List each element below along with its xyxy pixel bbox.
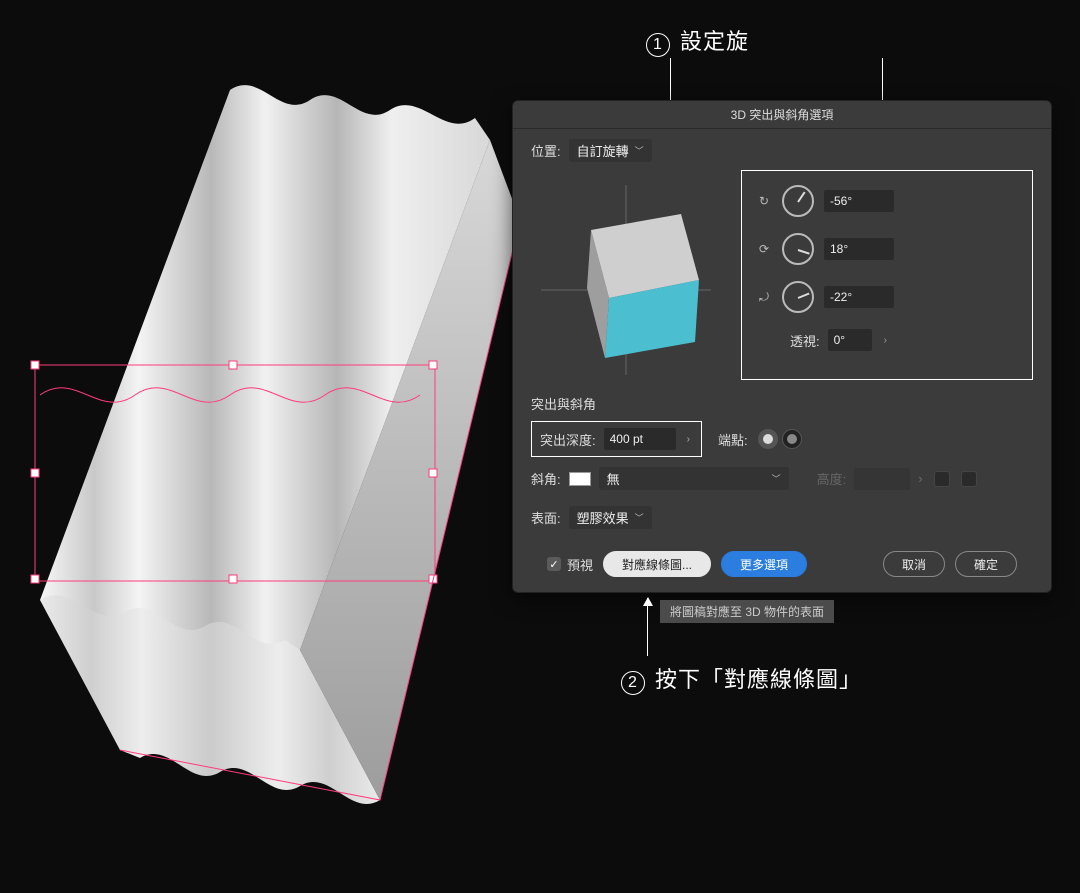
rotate-x-field[interactable] xyxy=(824,190,894,212)
stepper-icon[interactable]: › xyxy=(684,434,693,445)
rotate-y-dial[interactable] xyxy=(782,233,814,265)
more-options-button[interactable]: 更多選項 xyxy=(721,551,807,577)
stepper-icon[interactable]: › xyxy=(880,335,891,346)
surface-label: 表面: xyxy=(531,508,561,527)
step-number-icon: 2 xyxy=(621,671,645,695)
arrow-icon xyxy=(647,598,648,656)
cap-on-button[interactable] xyxy=(758,429,778,449)
dialog-3d-extrude-bevel: 3D 突出與斜角選項 位置: 自訂旋轉﹀ xyxy=(512,100,1052,593)
bevel-height-label: 高度: xyxy=(817,469,847,488)
rotate-x-icon: ↻ xyxy=(756,194,772,208)
rotate-y-icon: ⟳ xyxy=(756,242,772,256)
position-dropdown[interactable]: 自訂旋轉﹀ xyxy=(569,139,652,162)
bevel-height-field xyxy=(854,468,910,490)
3d-preview-object xyxy=(0,60,540,880)
artboard: 1設定旋 3D 突出與斜角選項 位置: 自訂旋轉﹀ xyxy=(0,0,1080,893)
extrude-depth-group: 突出深度: › xyxy=(531,421,702,457)
rotate-z-icon: ⤾ xyxy=(756,290,772,305)
bevel-label: 斜角: xyxy=(531,469,561,488)
chevron-down-icon: ﹀ xyxy=(772,472,781,485)
extrude-section-title: 突出與斜角 xyxy=(531,394,1033,413)
position-label: 位置: xyxy=(531,141,561,160)
cancel-button[interactable]: 取消 xyxy=(883,551,945,577)
chevron-down-icon: ﹀ xyxy=(635,511,644,524)
chevron-down-icon: ﹀ xyxy=(635,144,644,157)
surface-dropdown[interactable]: 塑膠效果﹀ xyxy=(569,506,652,529)
rotate-y-field[interactable] xyxy=(824,238,894,260)
bevel-swatch-icon xyxy=(569,472,591,486)
ok-button[interactable]: 確定 xyxy=(955,551,1017,577)
annotation-step2: 2按下「對應線條圖」 xyxy=(621,662,862,695)
annotation-step1: 1設定旋 xyxy=(646,24,749,57)
cap-label: 端點: xyxy=(718,430,748,449)
step-number-icon: 1 xyxy=(646,33,670,57)
stepper-icon: › xyxy=(918,471,922,486)
extrude-depth-field[interactable] xyxy=(604,428,676,450)
bevel-out-icon[interactable] xyxy=(961,471,977,487)
preview-checkbox[interactable]: ✓ 預視 xyxy=(547,555,593,574)
rotate-z-dial[interactable] xyxy=(782,281,814,313)
bevel-dropdown[interactable]: 無﹀ xyxy=(599,467,789,490)
dialog-title: 3D 突出與斜角選項 xyxy=(513,101,1051,129)
rotate-z-field[interactable] xyxy=(824,286,894,308)
tooltip-map-art: 將圖稿對應至 3D 物件的表面 xyxy=(660,600,834,623)
bevel-in-icon[interactable] xyxy=(934,471,950,487)
cap-off-button[interactable] xyxy=(782,429,802,449)
extrude-depth-label: 突出深度: xyxy=(540,430,596,449)
perspective-field[interactable] xyxy=(828,329,872,351)
rotate-x-dial[interactable] xyxy=(782,185,814,217)
rotation-values-group: ↻ ⟳ ⤾ 透視: xyxy=(741,170,1033,380)
perspective-label: 透視: xyxy=(790,331,820,350)
rotation-cube-preview[interactable] xyxy=(531,170,721,380)
map-art-button[interactable]: 對應線條圖... xyxy=(603,551,711,577)
checkmark-icon: ✓ xyxy=(547,557,561,571)
